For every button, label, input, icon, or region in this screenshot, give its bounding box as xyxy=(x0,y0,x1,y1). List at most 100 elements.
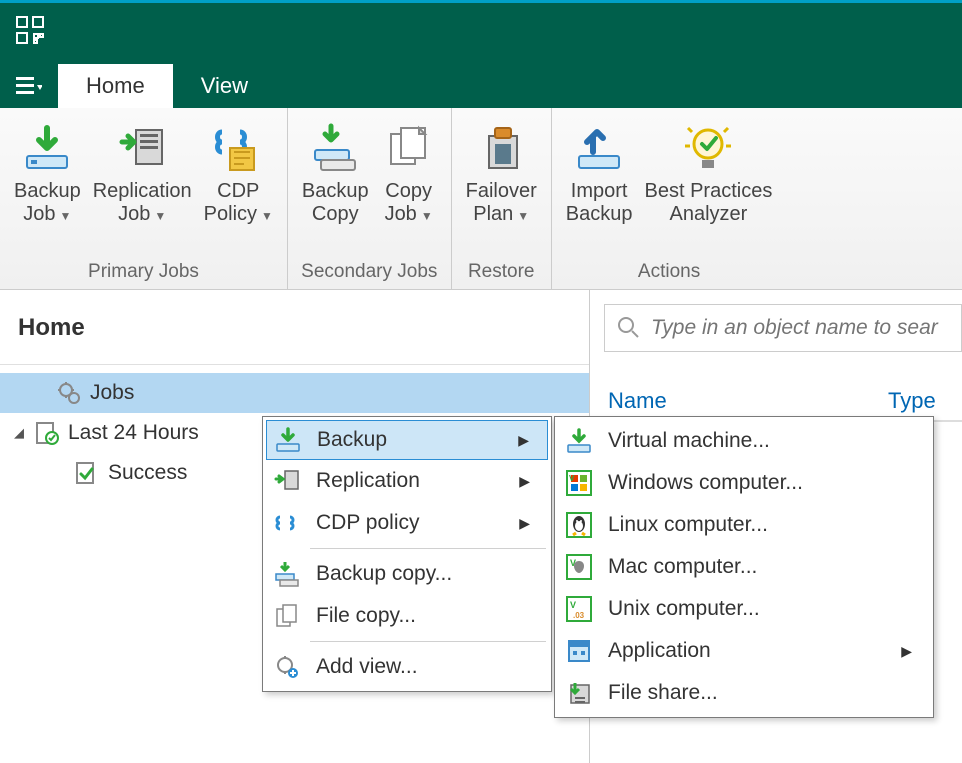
menu-item-replication[interactable]: Replication ▶ xyxy=(266,460,548,502)
ribbon-group-restore-title: Restore xyxy=(460,259,543,287)
menu-item-linux-computer[interactable]: Linux computer... xyxy=(558,504,930,546)
tree-item-last24-label: Last 24 Hours xyxy=(68,421,199,445)
windows-icon: V xyxy=(562,466,596,500)
menu-item-file-share[interactable]: File share... xyxy=(558,672,930,714)
failover-plan-icon xyxy=(473,120,529,176)
import-backup-button[interactable]: ImportBackup xyxy=(560,116,639,259)
file-copy-icon xyxy=(270,599,304,633)
menu-item-mac-computer[interactable]: V Mac computer... xyxy=(558,546,930,588)
svg-text:.03: .03 xyxy=(573,611,585,620)
menu-item-windows-computer[interactable]: V Windows computer... xyxy=(558,462,930,504)
menu-item-application-label: Application xyxy=(608,639,711,663)
last24-icon xyxy=(32,418,62,448)
submenu-arrow-icon: ▶ xyxy=(519,515,530,532)
ribbon: BackupJob▼ ReplicationJob▼ CDPPolicy▼ Pr… xyxy=(0,108,962,290)
backup-job-label-2: Job xyxy=(23,203,55,225)
copy-job-icon xyxy=(381,120,437,176)
menu-item-file-share-label: File share... xyxy=(608,681,718,705)
app-logo-icon xyxy=(14,14,46,46)
menu-item-backup[interactable]: Backup ▶ xyxy=(266,420,548,460)
jobs-icon xyxy=(54,378,84,408)
menu-item-add-view[interactable]: Add view... xyxy=(266,646,548,688)
ribbon-group-restore: FailoverPlan▼ Restore xyxy=(452,108,552,289)
tab-view[interactable]: View xyxy=(173,64,276,108)
menu-item-file-copy-label: File copy... xyxy=(316,604,416,628)
ribbon-group-secondary: BackupCopy CopyJob▼ Secondary Jobs xyxy=(288,108,452,289)
import-backup-icon xyxy=(571,120,627,176)
menu-item-backup-copy[interactable]: Backup copy... xyxy=(266,553,548,595)
import-backup-label-1: Import xyxy=(571,180,628,202)
svg-text:V: V xyxy=(569,474,575,483)
tab-strip: Home View xyxy=(0,56,962,108)
ribbon-group-primary: BackupJob▼ ReplicationJob▼ CDPPolicy▼ Pr… xyxy=(0,108,288,289)
replication-job-label-1: Replication xyxy=(93,180,192,202)
best-practices-icon xyxy=(680,120,736,176)
cdp-policy-label-2: Policy xyxy=(204,203,257,225)
menu-item-application[interactable]: Application ▶ xyxy=(558,630,930,672)
menu-item-unix-computer[interactable]: V.03 Unix computer... xyxy=(558,588,930,630)
cdp-policy-icon xyxy=(210,120,266,176)
backup-copy-icon xyxy=(307,120,363,176)
cdp-policy-label-1: CDP xyxy=(217,180,259,202)
success-icon xyxy=(72,458,102,488)
copy-job-button[interactable]: CopyJob▼ xyxy=(375,116,443,259)
backup-job-label-1: Backup xyxy=(14,180,81,202)
search-box[interactable] xyxy=(604,304,962,352)
backup-copy-label-1: Backup xyxy=(302,180,369,202)
ribbon-group-primary-title: Primary Jobs xyxy=(8,259,279,287)
menu-item-unix-computer-label: Unix computer... xyxy=(608,597,760,621)
menu-separator xyxy=(310,641,546,642)
cdp-icon xyxy=(270,506,304,540)
failover-plan-label-1: Failover xyxy=(466,180,537,202)
best-practices-button[interactable]: Best PracticesAnalyzer xyxy=(639,116,779,259)
search-input[interactable] xyxy=(651,316,951,340)
vm-icon xyxy=(562,424,596,458)
context-menu-jobs: Backup ▶ Replication ▶ CDP policy ▶ Back… xyxy=(262,416,552,692)
submenu-arrow-icon: ▶ xyxy=(519,473,530,490)
context-submenu-backup: Virtual machine... V Windows computer...… xyxy=(554,416,934,718)
replication-job-icon xyxy=(114,120,170,176)
expander-icon[interactable]: ◢ xyxy=(14,425,32,441)
menu-item-cdp-policy[interactable]: CDP policy ▶ xyxy=(266,502,548,544)
tab-home[interactable]: Home xyxy=(58,64,173,108)
submenu-arrow-icon: ▶ xyxy=(518,432,529,449)
menu-item-virtual-machine[interactable]: Virtual machine... xyxy=(558,420,930,462)
backup-copy-button[interactable]: BackupCopy xyxy=(296,116,375,259)
menu-item-mac-computer-label: Mac computer... xyxy=(608,555,757,579)
submenu-arrow-icon: ▶ xyxy=(901,643,912,660)
menu-item-replication-label: Replication xyxy=(316,469,420,493)
menu-item-backup-copy-label: Backup copy... xyxy=(316,562,452,586)
tree-item-jobs[interactable]: Jobs xyxy=(0,373,589,413)
main-menu-toggle[interactable] xyxy=(10,64,48,108)
backup-job-icon xyxy=(19,120,75,176)
replication-job-button[interactable]: ReplicationJob▼ xyxy=(87,116,198,259)
menu-item-cdp-policy-label: CDP policy xyxy=(316,511,419,535)
menu-item-windows-computer-label: Windows computer... xyxy=(608,471,803,495)
menu-item-virtual-machine-label: Virtual machine... xyxy=(608,429,770,453)
menu-item-add-view-label: Add view... xyxy=(316,655,418,679)
svg-text:V: V xyxy=(570,600,576,610)
replication-job-label-2: Job xyxy=(118,203,150,225)
copy-job-label-2: Job xyxy=(385,203,417,225)
tree-item-success-label: Success xyxy=(108,461,187,485)
menu-item-backup-label: Backup xyxy=(317,428,387,452)
tree-item-jobs-label: Jobs xyxy=(90,381,134,405)
menu-separator xyxy=(310,548,546,549)
ribbon-group-secondary-title: Secondary Jobs xyxy=(296,259,443,287)
sidebar-header: Home xyxy=(0,290,589,365)
file-share-icon xyxy=(562,676,596,710)
best-practices-label-2: Analyzer xyxy=(670,203,748,225)
import-backup-label-2: Backup xyxy=(566,203,633,225)
failover-plan-button[interactable]: FailoverPlan▼ xyxy=(460,116,543,259)
backup-copy-label-2: Copy xyxy=(312,203,359,225)
backup-job-button[interactable]: BackupJob▼ xyxy=(8,116,87,259)
mac-icon: V xyxy=(562,550,596,584)
menu-item-file-copy[interactable]: File copy... xyxy=(266,595,548,637)
ribbon-group-actions-title: Actions xyxy=(560,259,779,287)
add-view-icon xyxy=(270,650,304,684)
menu-item-linux-computer-label: Linux computer... xyxy=(608,513,768,537)
failover-plan-label-2: Plan xyxy=(473,203,513,225)
cdp-policy-button[interactable]: CDPPolicy▼ xyxy=(198,116,279,259)
best-practices-label-1: Best Practices xyxy=(645,180,773,202)
copy-job-label-1: Copy xyxy=(385,180,432,202)
